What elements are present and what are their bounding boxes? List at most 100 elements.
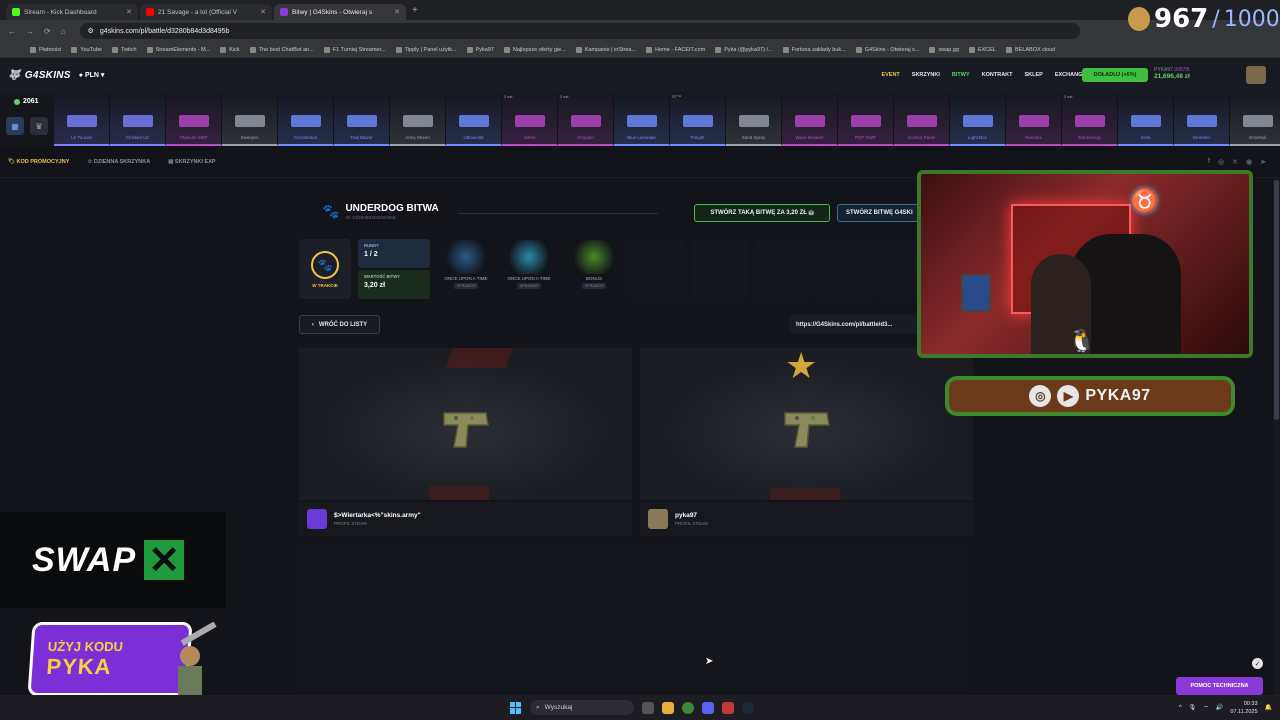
home-icon[interactable]: ⌂	[61, 27, 66, 36]
drop-item[interactable]: Grim	[1118, 92, 1174, 146]
bookmark-item[interactable]: Tipply | Panel użytk...	[395, 46, 457, 53]
clock[interactable]: 00:33 07.11.2025	[1230, 700, 1257, 716]
nav-event[interactable]: EVENT	[881, 72, 899, 78]
promo-code-link[interactable]: 🏷 KOD PROMOCYJNY	[8, 159, 69, 165]
case-item[interactable]: BONUS SPRAWDŹ	[564, 240, 624, 298]
facebook-icon[interactable]: f	[1208, 158, 1210, 166]
x-icon[interactable]: ✕	[1232, 158, 1238, 166]
share-url-field[interactable]: https://G4Skins.com/pl/battle/d3...	[789, 315, 919, 334]
browser-tab-youtube[interactable]: 21 Savage - a lot (Official V ✕	[140, 3, 272, 21]
discord-icon[interactable]	[702, 701, 714, 714]
drop-item[interactable]: Sand Spray	[726, 92, 782, 146]
task-view-icon[interactable]	[642, 701, 654, 714]
bookmark-item[interactable]: EXCEL	[968, 46, 996, 53]
bookmark-item[interactable]: Fortuna zakłady buk...	[782, 46, 846, 53]
instagram-icon[interactable]: ◎	[1218, 158, 1224, 166]
discord-icon[interactable]: ◉	[1246, 158, 1252, 166]
drop-item[interactable]: Demeter	[1174, 92, 1230, 146]
drop-item[interactable]: Chicken LC	[110, 92, 166, 146]
drop-item[interactable]: Titanium SMP	[166, 92, 222, 146]
site-info-icon[interactable]: ⚙	[88, 27, 94, 35]
bookmark-item[interactable]: YouTube	[71, 46, 102, 53]
case-item[interactable]: ONCE UPON A TIME SPRAWDŹ	[499, 240, 559, 298]
drop-item[interactable]: 2 szt. Bolt Energy	[1062, 92, 1118, 146]
steam-profile-link[interactable]: PROFIL STEAM	[675, 521, 708, 526]
nav-cases[interactable]: SKRZYNKI	[912, 72, 940, 78]
exp-cases-link[interactable]: ▤ SKRZYNKI EXP	[168, 159, 215, 165]
close-tab-icon[interactable]: ✕	[260, 8, 266, 16]
bookmark-item[interactable]: Płatności	[30, 46, 61, 53]
currency-selector[interactable]: ● PLN ▾	[79, 71, 105, 79]
reload-icon[interactable]: ⟳	[44, 27, 51, 36]
drop-item[interactable]: Wave Breaker	[782, 92, 838, 146]
taskbar-search[interactable]: ⌕ Wyszukaj	[530, 700, 634, 715]
windows-start-icon[interactable]	[510, 701, 522, 714]
drop-item[interactable]: 2 szt. Jetfire	[502, 92, 558, 146]
topup-button[interactable]: DOŁADUJ (+5%)	[1082, 68, 1148, 82]
drop-item[interactable]: 2 szt. Chopper	[558, 92, 614, 146]
drop-item[interactable]: Sweeper	[222, 92, 278, 146]
app-icon[interactable]	[722, 701, 734, 714]
telegram-icon[interactable]: ➤	[1260, 158, 1266, 166]
nav-shop[interactable]: SKLEP	[1025, 72, 1043, 78]
drop-item[interactable]: ST™ Freight	[670, 92, 726, 146]
page-scrollbar[interactable]	[1273, 178, 1280, 695]
grid-view-icon[interactable]: ▦	[6, 117, 24, 135]
browser-tab-kick[interactable]: Stream - Kick Dashboard ✕	[6, 3, 138, 21]
drop-item[interactable]: Army Sheen	[390, 92, 446, 146]
drop-item[interactable]: Light Box	[950, 92, 1006, 146]
forward-arrow-icon[interactable]: →	[26, 27, 34, 36]
drop-item[interactable]: Blue Laminate	[614, 92, 670, 146]
wifi-icon[interactable]: ⌔	[1203, 704, 1209, 712]
create-same-battle-button[interactable]: STWÓRZ TAKĄ BITWĘ ZA 3,20 ZŁ ⛁	[694, 204, 830, 222]
bookmark-item[interactable]: Twitch	[111, 46, 137, 53]
steam-profile-link[interactable]: PROFIL STEAM	[334, 521, 421, 526]
mic-icon[interactable]: 🎙	[1189, 704, 1197, 711]
drop-item[interactable]: Random	[1006, 92, 1062, 146]
file-explorer-icon[interactable]	[662, 701, 674, 714]
bookmark-item[interactable]: Najlepsze oferty gie...	[503, 46, 566, 53]
user-balance[interactable]: PYKA97 3057/5 21,696,48 zł	[1154, 67, 1238, 83]
daily-case-link[interactable]: ☆ DZIENNA SKRZYNKA	[87, 159, 150, 165]
crown-icon[interactable]: ♛	[30, 117, 48, 135]
case-check[interactable]: SPRAWDŹ	[453, 283, 479, 289]
bookmark-item[interactable]: Kick	[220, 46, 240, 53]
back-arrow-icon[interactable]: ←	[8, 27, 16, 36]
volume-icon[interactable]: 🔊	[1216, 704, 1223, 711]
drop-item[interactable]: Emirtrail	[1230, 92, 1280, 146]
site-logo[interactable]: 🐺 G4SKINS	[8, 70, 71, 81]
notification-bell-icon[interactable]: 🔔	[1265, 704, 1272, 711]
steam-icon[interactable]	[742, 701, 754, 714]
avatar[interactable]	[1246, 66, 1266, 84]
address-bar[interactable]: ⚙ g4skins.com/pl/battle/d3280b84d3d8495b	[79, 23, 1080, 39]
bookmark-item[interactable]: Pyka97	[466, 46, 494, 53]
bookmark-item[interactable]: Kampanie | inStrea...	[575, 46, 636, 53]
chevron-up-icon[interactable]: ^	[1179, 705, 1182, 711]
create-battle-button[interactable]: STWÓRZ BITWĘ G4SKI	[837, 204, 921, 222]
player-footer-2[interactable]: pyka97 PROFIL STEAM	[640, 502, 973, 536]
close-tab-icon[interactable]: ✕	[394, 8, 400, 16]
case-check[interactable]: SPRAWDŹ	[516, 283, 542, 289]
drop-item[interactable]: Lil' Toucan	[54, 92, 110, 146]
close-tab-icon[interactable]: ✕	[126, 8, 132, 16]
nav-contract[interactable]: KONTRAKT	[982, 72, 1013, 78]
case-check[interactable]: SPRAWDŹ	[581, 283, 607, 289]
drop-item[interactable]: Cirrostratus	[278, 92, 334, 146]
drop-item[interactable]: Trail Blazer	[334, 92, 390, 146]
chrome-icon[interactable]	[682, 701, 694, 714]
bookmark-item[interactable]: swap.gg	[929, 46, 959, 53]
bookmark-item[interactable]: Pyka (@pyka97) /...	[715, 46, 773, 53]
bookmark-item[interactable]: BELABOX cloud	[1005, 46, 1055, 53]
drop-item[interactable]: Ultraviolet	[446, 92, 502, 146]
tech-support-button[interactable]: POMOC TECHNICZNA	[1176, 677, 1263, 695]
case-item[interactable]: ONCE UPON A TIME SPRAWDŹ	[436, 240, 496, 298]
bookmark-item[interactable]: The best ChatBot an...	[249, 46, 314, 53]
back-to-list-button[interactable]: ‹ WRÓĆ DO LISTY	[299, 315, 380, 334]
bookmark-item[interactable]: G4Skins - Otwieraj s...	[855, 46, 919, 53]
player-footer-1[interactable]: $>Wiertarka<%"skins.army" PROFIL STEAM	[299, 502, 632, 536]
check-circle-icon[interactable]: ✓	[1252, 658, 1263, 669]
drop-item[interactable]: Control Panel	[894, 92, 950, 146]
browser-tab-g4skins[interactable]: Bitwy | G4Skins - Otwieraj s ✕	[274, 3, 406, 21]
drop-item[interactable]: PDP XWP	[838, 92, 894, 146]
nav-battles[interactable]: BITWY	[952, 72, 970, 78]
